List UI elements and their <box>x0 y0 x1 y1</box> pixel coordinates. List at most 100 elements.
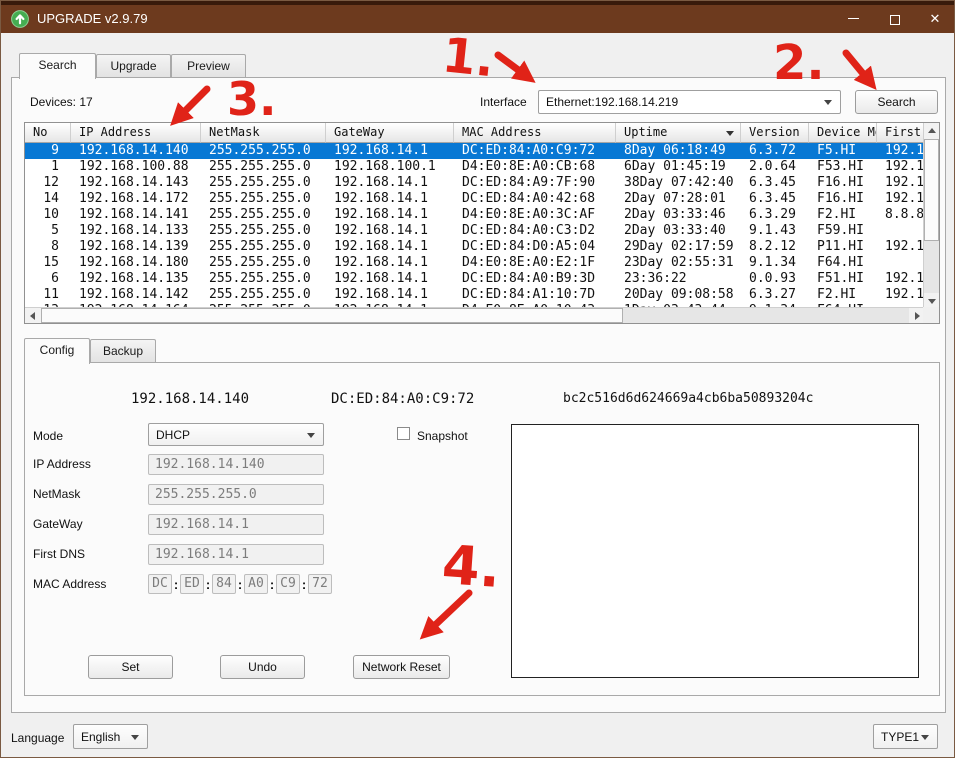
column-header-netmask[interactable]: NetMask <box>201 123 326 143</box>
column-header-ip[interactable]: IP Address <box>71 123 201 143</box>
cell-first-dns: 192.1 <box>877 143 925 159</box>
cell-netmask: 255.255.255.0 <box>201 287 326 303</box>
table-row[interactable]: 6 192.168.14.135 255.255.255.0 192.168.1… <box>25 271 925 287</box>
cell-model: F64.HI <box>809 255 877 271</box>
cell-gateway: 192.168.14.1 <box>326 223 454 239</box>
column-header-mac[interactable]: MAC Address <box>454 123 616 143</box>
cell-no: 1 <box>25 159 71 175</box>
interface-label: Interface <box>480 95 527 109</box>
table-row[interactable]: 8 192.168.14.139 255.255.255.0 192.168.1… <box>25 239 925 255</box>
cell-mac: DC:ED:84:D0:A5:04 <box>454 239 616 255</box>
cell-uptime: 20Day 09:08:58 <box>616 287 741 303</box>
column-header-gateway[interactable]: GateWay <box>326 123 454 143</box>
cell-netmask: 255.255.255.0 <box>201 223 326 239</box>
vertical-scrollbar-thumb[interactable] <box>924 139 939 241</box>
cell-ip: 192.168.14.133 <box>71 223 201 239</box>
cell-netmask: 255.255.255.0 <box>201 207 326 223</box>
tab-search[interactable]: Search <box>19 53 96 79</box>
cell-model: F16.HI <box>809 191 877 207</box>
field-row: IP Address 192.168.14.140 <box>33 454 333 475</box>
cell-version: 8.2.12 <box>741 239 809 255</box>
cell-version: 6.3.29 <box>741 207 809 223</box>
maximize-icon <box>890 15 900 25</box>
cell-version: 6.3.72 <box>741 143 809 159</box>
table-row[interactable]: 1 192.168.100.88 255.255.255.0 192.168.1… <box>25 159 925 175</box>
table-row[interactable]: 14 192.168.14.172 255.255.255.0 192.168.… <box>25 191 925 207</box>
field-label: GateWay <box>33 517 83 531</box>
table-row[interactable]: 11 192.168.14.142 255.255.255.0 192.168.… <box>25 287 925 303</box>
cell-gateway: 192.168.14.1 <box>326 191 454 207</box>
scroll-left-button[interactable] <box>25 308 41 324</box>
selected-device-ip: 192.168.14.140 <box>131 391 249 407</box>
cell-mac: DC:ED:84:A0:42:68 <box>454 191 616 207</box>
tab-config[interactable]: Config <box>24 338 90 364</box>
cell-netmask: 255.255.255.0 <box>201 159 326 175</box>
minimize-button[interactable] <box>835 5 871 33</box>
language-select-value: English <box>81 730 120 744</box>
table-row[interactable]: 12 192.168.14.143 255.255.255.0 192.168.… <box>25 175 925 191</box>
column-header-no[interactable]: No <box>25 123 71 143</box>
cell-uptime: 2Day 03:33:40 <box>616 223 741 239</box>
language-select[interactable]: English <box>73 724 148 749</box>
cell-no: 15 <box>25 255 71 271</box>
cell-first-dns: 192.1 <box>877 287 925 303</box>
cell-uptime: 6Day 01:45:19 <box>616 159 741 175</box>
cell-first-dns <box>877 223 925 239</box>
language-label: Language <box>11 731 64 745</box>
minimize-icon <box>848 18 859 19</box>
cell-no: 9 <box>25 143 71 159</box>
mac-octet-input: C9 <box>276 574 300 594</box>
search-button[interactable]: Search <box>855 90 938 114</box>
cell-no: 14 <box>25 191 71 207</box>
mode-select[interactable]: DHCP <box>148 423 324 446</box>
network-reset-button[interactable]: Network Reset <box>353 655 450 679</box>
cell-model: F16.HI <box>809 175 877 191</box>
snapshot-label: Snapshot <box>417 429 468 443</box>
cell-no: 12 <box>25 175 71 191</box>
cell-mac: D4:E0:8E:A0:CB:68 <box>454 159 616 175</box>
annotation-arrow-2 <box>846 53 865 76</box>
window-title: UPGRADE v2.9.79 <box>37 11 148 26</box>
cell-uptime: 38Day 07:42:40 <box>616 175 741 191</box>
set-button[interactable]: Set <box>88 655 173 679</box>
table-row[interactable]: 15 192.168.14.180 255.255.255.0 192.168.… <box>25 255 925 271</box>
tab-preview[interactable]: Preview <box>171 54 246 78</box>
network-fields: IP Address 192.168.14.140 NetMask 255.25… <box>33 454 333 574</box>
horizontal-scrollbar-thumb[interactable] <box>41 308 623 323</box>
column-header-version[interactable]: Version <box>741 123 809 143</box>
cell-model: F2.HI <box>809 207 877 223</box>
column-header-uptime[interactable]: Uptime <box>616 123 741 143</box>
scroll-up-button[interactable] <box>924 123 940 139</box>
cell-model: F51.HI <box>809 271 877 287</box>
snapshot-preview-box <box>511 424 919 678</box>
type-select[interactable]: TYPE1 <box>873 724 938 749</box>
mode-select-value: DHCP <box>156 428 190 442</box>
cell-no: 10 <box>25 207 71 223</box>
chevron-down-icon <box>307 433 315 438</box>
column-header-model[interactable]: Device Mo <box>809 123 877 143</box>
cell-version: 9.1.43 <box>741 223 809 239</box>
table-row[interactable]: 5 192.168.14.133 255.255.255.0 192.168.1… <box>25 223 925 239</box>
cell-gateway: 192.168.14.1 <box>326 207 454 223</box>
interface-select-value: Ethernet:192.168.14.219 <box>546 95 678 109</box>
device-table: No IP Address NetMask GateWay MAC Addres… <box>24 122 940 324</box>
tab-upgrade[interactable]: Upgrade <box>96 54 171 78</box>
interface-select[interactable]: Ethernet:192.168.14.219 <box>538 90 841 114</box>
maximize-button[interactable] <box>877 5 913 33</box>
table-row[interactable]: 9 192.168.14.140 255.255.255.0 192.168.1… <box>25 143 925 159</box>
snapshot-checkbox[interactable] <box>397 427 410 440</box>
cell-no: 5 <box>25 223 71 239</box>
scrollbar-corner <box>923 307 939 323</box>
cell-first-dns: 192.1 <box>877 159 925 175</box>
undo-button[interactable]: Undo <box>220 655 305 679</box>
tab-backup[interactable]: Backup <box>90 339 156 363</box>
field-input-disabled: 255.255.255.0 <box>148 484 324 505</box>
mac-octet-input: ED <box>180 574 204 594</box>
cell-mac: DC:ED:84:A1:10:7D <box>454 287 616 303</box>
table-row[interactable]: 10 192.168.14.141 255.255.255.0 192.168.… <box>25 207 925 223</box>
cell-version: 2.0.64 <box>741 159 809 175</box>
column-header-first-dns[interactable]: First <box>877 123 925 143</box>
mac-octet-input: A0 <box>244 574 268 594</box>
close-button[interactable]: ✕ <box>917 5 953 33</box>
cell-uptime: 29Day 02:17:59 <box>616 239 741 255</box>
